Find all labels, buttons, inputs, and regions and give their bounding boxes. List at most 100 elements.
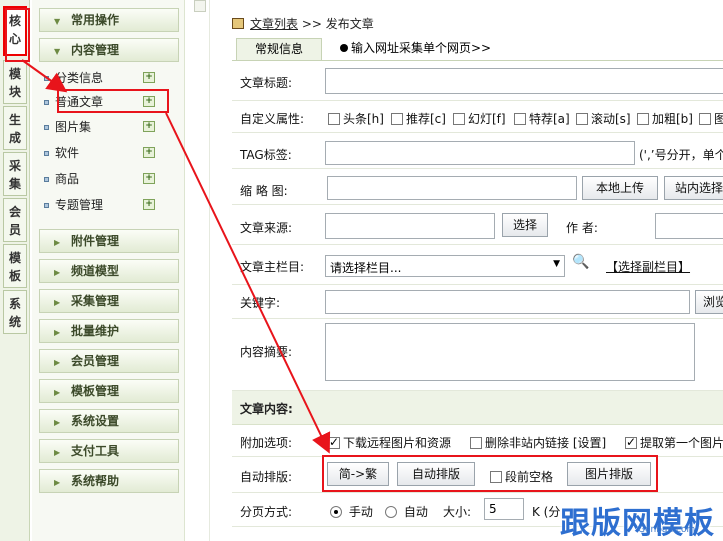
paging-manual[interactable]: 手动 <box>330 503 373 520</box>
radio-checked-icon[interactable] <box>330 506 342 518</box>
keyword-input[interactable] <box>325 290 690 314</box>
tab-member[interactable]: 会员 <box>3 198 27 242</box>
source-select-button[interactable]: 选择 <box>502 213 548 237</box>
frame-splitter[interactable] <box>186 0 210 541</box>
checkbox-icon[interactable] <box>453 113 465 125</box>
bullet-icon <box>44 203 49 208</box>
checkbox-checked-icon[interactable] <box>625 435 637 449</box>
tab-generate[interactable]: 生成 <box>3 106 27 150</box>
summary-textarea[interactable] <box>325 323 695 381</box>
chevron-right-icon: ▶ <box>54 328 61 337</box>
row-extra-options: 附加选项: 下载远程图片和资源 删除非站内链接 [设置] 提取第一个图片 <box>232 425 723 457</box>
checkbox-icon[interactable] <box>514 113 526 125</box>
menu-section-settings[interactable]: ▶ 系统设置 <box>39 409 179 433</box>
menu-item-gallery[interactable]: 图片集 + <box>44 117 164 137</box>
thumb-label: 缩 略 图: <box>240 184 288 198</box>
checkbox-icon[interactable] <box>391 113 403 125</box>
attr-recommend[interactable]: 推荐[c] <box>391 110 446 127</box>
row-summary: 内容摘要: <box>232 319 723 391</box>
menu-item-product[interactable]: 商品 + <box>44 169 164 189</box>
menu-section-attachments[interactable]: ▶ 附件管理 <box>39 229 179 253</box>
attr-slide[interactable]: 幻灯[f] <box>453 110 506 127</box>
author-input[interactable] <box>655 213 723 239</box>
menu-section-channel[interactable]: ▶ 频道模型 <box>39 259 179 283</box>
checkbox-icon[interactable] <box>490 471 502 483</box>
tab-modules[interactable]: 模块 <box>3 60 27 104</box>
add-icon[interactable]: + <box>143 147 155 158</box>
checkbox-checked-icon[interactable] <box>328 435 340 449</box>
menu-section-collect[interactable]: ▶ 采集管理 <box>39 289 179 313</box>
menu-section-common[interactable]: ▼ 常用操作 <box>39 8 179 32</box>
to-traditional-button[interactable]: 简->繁 <box>327 462 389 486</box>
tab-url-collect[interactable]: 输入网址采集单个网页>> <box>328 38 503 60</box>
splitter-grip[interactable] <box>194 0 206 12</box>
add-icon[interactable]: + <box>143 96 155 107</box>
checkbox-icon[interactable] <box>328 113 340 125</box>
attr-image[interactable]: 图 <box>699 110 723 127</box>
radio-icon[interactable] <box>385 506 397 518</box>
menu-section-content[interactable]: ▼ 内容管理 <box>39 38 179 62</box>
screen: 核心 模块 生成 采集 会员 模板 系统 ▼ 常用操作 ▼ 内容管理 分类信息 + 普… <box>0 0 723 541</box>
chevron-right-icon: ▶ <box>54 418 61 427</box>
title-input[interactable] <box>325 68 723 94</box>
menu-item-software[interactable]: 软件 + <box>44 143 164 163</box>
row-thumbnail: 缩 略 图: 本地上传 站内选择 <box>232 169 723 205</box>
menu-item-category-info[interactable]: 分类信息 + <box>44 68 164 88</box>
breadcrumb-article-list[interactable]: 文章列表 <box>250 17 298 31</box>
menu-section-template[interactable]: ▶ 模板管理 <box>39 379 179 403</box>
tab-collect[interactable]: 采集 <box>3 152 27 196</box>
bullet-icon <box>44 151 49 156</box>
summary-label: 内容摘要: <box>240 345 293 359</box>
tab-template[interactable]: 模板 <box>3 244 27 288</box>
menu-item-article[interactable]: 普通文章 + <box>44 92 164 112</box>
menu-section-payment[interactable]: ▶ 支付工具 <box>39 439 179 463</box>
typeset-label: 自动排版: <box>240 470 293 484</box>
article-form: 文章标题: 自定义属性: 头条[h] 推荐[c] 幻灯[f] 特荐[a] 滚动[… <box>232 60 723 541</box>
column-select[interactable]: 请选择栏目... ▼ <box>325 255 565 277</box>
extra-first-image[interactable]: 提取第一个图片 <box>625 434 723 451</box>
breadcrumb-separator: >> <box>301 17 322 31</box>
checkbox-icon[interactable] <box>637 113 649 125</box>
add-icon[interactable]: + <box>143 199 155 210</box>
tab-core[interactable]: 核心 <box>3 6 27 56</box>
source-input[interactable] <box>325 213 495 239</box>
attr-special[interactable]: 特荐[a] <box>514 110 570 127</box>
image-typeset-button[interactable]: 图片排版 <box>567 462 651 486</box>
indent-option[interactable]: 段前空格 <box>490 468 553 485</box>
add-icon[interactable]: + <box>143 121 155 132</box>
row-title: 文章标题: <box>232 61 723 101</box>
search-icon[interactable]: 🔍 <box>572 254 589 270</box>
attr-bold[interactable]: 加粗[b] <box>637 110 693 127</box>
chevron-right-icon: ▶ <box>54 358 61 367</box>
menu-section-batch[interactable]: ▶ 批量维护 <box>39 319 179 343</box>
size-label: 大小: <box>443 505 472 519</box>
add-icon[interactable]: + <box>143 72 155 83</box>
source-label: 文章来源: <box>240 221 293 235</box>
page-size-input[interactable]: 5 <box>484 498 524 520</box>
upload-button[interactable]: 本地上传 <box>582 176 658 200</box>
row-source: 文章来源: 选择 作 者: <box>232 205 723 245</box>
thumb-input[interactable] <box>327 176 577 200</box>
checkbox-icon[interactable] <box>470 437 482 449</box>
site-select-button[interactable]: 站内选择 <box>664 176 723 200</box>
tab-system[interactable]: 系统 <box>3 290 27 334</box>
extra-remove-links[interactable]: 删除非站内链接 [设置] <box>470 434 606 451</box>
tab-general-info[interactable]: 常规信息 <box>236 38 322 60</box>
menu-item-topic[interactable]: 专题管理 + <box>44 195 164 215</box>
checkbox-icon[interactable] <box>699 113 711 125</box>
attr-headline[interactable]: 头条[h] <box>328 110 384 127</box>
chevron-down-icon: ▼ <box>54 17 61 26</box>
add-icon[interactable]: + <box>143 173 155 184</box>
menu-section-help[interactable]: ▶ 系统帮助 <box>39 469 179 493</box>
title-label: 文章标题: <box>240 76 293 90</box>
tag-input[interactable] <box>325 141 635 165</box>
sub-column-link[interactable]: 【选择副栏目】 <box>606 258 690 275</box>
keyword-browse-button[interactable]: 浏览 <box>695 290 723 314</box>
menu-section-member[interactable]: ▶ 会员管理 <box>39 349 179 373</box>
checkbox-icon[interactable] <box>576 113 588 125</box>
auto-typeset-button[interactable]: 自动排版 <box>397 462 475 486</box>
attr-scroll[interactable]: 滚动[s] <box>576 110 631 127</box>
extra-download-remote[interactable]: 下载远程图片和资源 <box>328 434 451 451</box>
paging-auto[interactable]: 自动 <box>385 503 428 520</box>
book-icon <box>232 18 244 29</box>
